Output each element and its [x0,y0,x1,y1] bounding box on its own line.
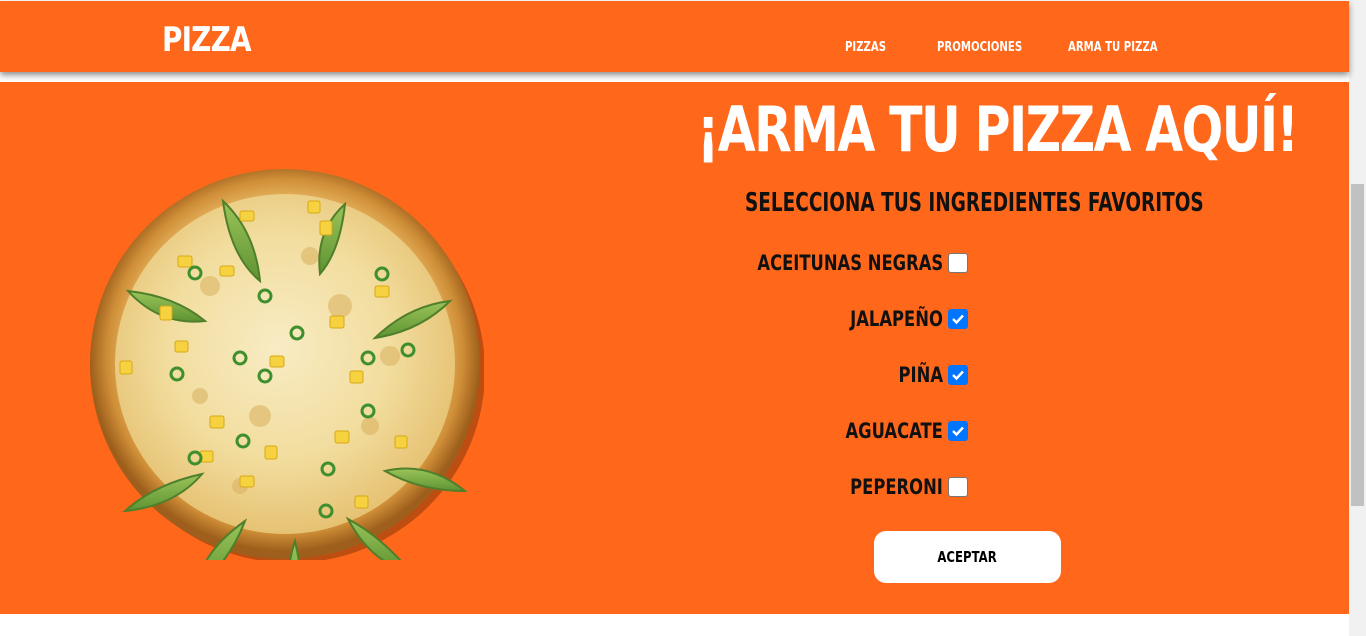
ingredient-row-pina: PIÑA [886,360,968,390]
scrollbar-thumb[interactable] [1351,184,1364,506]
ingredient-label: AGUACATE [845,419,943,443]
ingredient-label: PEPERONI [850,475,943,499]
nav-link-promociones[interactable]: PROMOCIONES [937,39,1022,57]
ingredient-label: PIÑA [898,363,943,387]
check-icon [952,370,964,381]
ingredient-checkbox-jalapeno[interactable] [948,309,968,329]
pizza-image [90,166,485,619]
ingredient-checkbox-aguacate[interactable] [948,421,968,441]
ingredient-row-peperoni: PEPERONI [824,472,968,502]
ingredient-row-aguacate: AGUACATE [818,416,968,446]
ingredient-row-aceitunas: ACEITUNAS NEGRAS [705,248,968,278]
ingredient-checkbox-peperoni[interactable] [948,477,968,497]
brand-logo[interactable]: PIZZA [162,20,252,60]
page-scrollbar[interactable] [1349,0,1366,636]
page-title: ¡ARMA TU PIZZA AQUÍ! [697,93,1299,166]
accept-button[interactable]: ACEPTAR [874,531,1061,583]
page: PIZZA PIZZAS PROMOCIONES ARMA TU PIZZA ¡… [0,0,1349,636]
hero-section: ¡ARMA TU PIZZA AQUÍ! SELECCIONA TUS INGR… [0,82,1349,619]
check-icon [952,426,964,437]
ingredient-label: ACEITUNAS NEGRAS [757,251,943,275]
navbar: PIZZA PIZZAS PROMOCIONES ARMA TU PIZZA [0,1,1349,72]
page-subtitle: SELECCIONA TUS INGREDIENTES FAVORITOS [745,188,1204,218]
ingredient-checkbox-pina[interactable] [948,365,968,385]
nav-link-arma-tu-pizza[interactable]: ARMA TU PIZZA [1068,39,1158,57]
ingredient-label: JALAPEÑO [850,307,943,331]
ingredient-checkbox-aceitunas[interactable] [948,253,968,273]
check-icon [952,314,964,325]
accept-button-label: ACEPTAR [937,548,998,566]
ingredient-row-jalapeno: JALAPEÑO [824,304,968,334]
nav-link-pizzas[interactable]: PIZZAS [845,39,886,57]
